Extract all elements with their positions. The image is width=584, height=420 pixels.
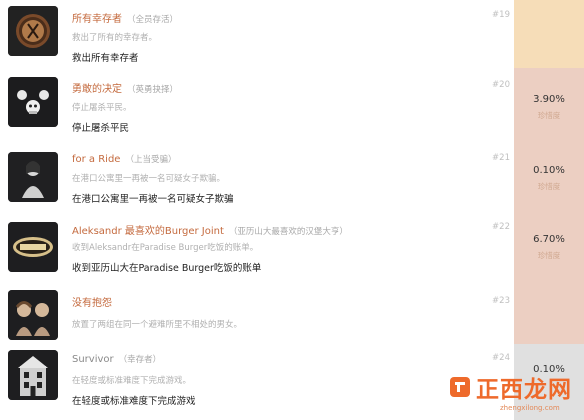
achievement-name: 所有幸存者	[72, 14, 122, 25]
achievement-description: 收到Aleksandr在Paradise Burger吃饭的账单。	[72, 243, 259, 253]
watermark-text: 正西龙网	[476, 377, 572, 403]
achievement-number: #19	[492, 10, 510, 20]
rarity-label: 珍惜度	[537, 111, 561, 120]
achievement-description-cn: 救出所有幸存者	[72, 53, 139, 64]
couple-icon	[8, 290, 58, 340]
achievement-name: Survivor	[72, 354, 114, 365]
achievement-row[interactable]: Aleksandr 最喜欢的Burger Joint （亚历山大最喜欢的汉堡大亨）…	[0, 212, 584, 284]
achievement-description-cn: 停止屠杀平民	[72, 123, 130, 134]
achievement-row[interactable]: 所有幸存者 （全员存活） 救出了所有的幸存者。 救出所有幸存者 #19	[0, 0, 584, 68]
unlock-percent: 3.90%	[533, 94, 565, 105]
achievement-name: 勇敢的决定	[72, 84, 122, 95]
achievement-title: Aleksandr 最喜欢的Burger Joint （亚历山大最喜欢的汉堡大亨）	[72, 222, 348, 237]
watermark-logo-icon	[450, 377, 470, 397]
achievement-description: 放置了两组在同一个避难所里不相处的男女。	[72, 320, 243, 330]
achievement-number: #23	[492, 296, 510, 306]
side-panel	[514, 284, 584, 344]
rarity-label: 珍惜度	[537, 182, 561, 191]
achievement-number: #21	[492, 153, 510, 163]
achievement-row[interactable]: for a Ride （上当受骗） 在港口公寓里一再被一名可疑女子欺骗。 在港口公…	[0, 142, 584, 212]
achievement-title: 所有幸存者 （全员存活）	[72, 10, 178, 25]
side-panel	[514, 212, 584, 284]
achievement-description-cn: 在港口公寓里一再被一名可疑女子欺骗	[72, 194, 234, 205]
achievement-subtitle: （英勇抉择）	[127, 85, 179, 95]
achievement-name: for a Ride	[72, 154, 121, 165]
burger-sign-icon	[8, 222, 58, 272]
watermark: 正西龙网 zhengxilong.com	[448, 364, 578, 412]
achievement-name: Aleksandr 最喜欢的Burger Joint	[72, 226, 224, 237]
rarity-label: 珍惜度	[537, 251, 561, 260]
achievement-subtitle: （幸存者）	[118, 355, 162, 365]
achievement-title: 没有抱怨	[72, 294, 112, 309]
achievement-description: 在港口公寓里一再被一名可疑女子欺骗。	[72, 174, 226, 184]
achievement-title: 勇敢的决定 （英勇抉择）	[72, 80, 178, 95]
skulls-icon	[8, 77, 58, 127]
achievement-subtitle: （全员存活）	[127, 15, 179, 25]
achievement-row[interactable]: 勇敢的决定 （英勇抉择） 停止屠杀平民。 停止屠杀平民 #20 3.90% 珍惜度	[0, 68, 584, 142]
achievement-subtitle: （亚历山大最喜欢的汉堡大亨）	[228, 227, 348, 237]
achievement-description: 救出了所有的幸存者。	[72, 33, 158, 43]
building-icon	[8, 350, 58, 400]
unlock-percent: 0.10%	[533, 165, 565, 176]
watermark-url: zhengxilong.com	[500, 404, 560, 412]
achievement-title: for a Ride （上当受骗）	[72, 153, 176, 165]
achievement-description: 停止屠杀平民。	[72, 103, 132, 113]
side-panel	[514, 68, 584, 142]
woman-icon	[8, 152, 58, 202]
achievement-number: #20	[492, 80, 510, 90]
achievement-number: #24	[492, 353, 510, 363]
achievement-description: 在轻度或标准难度下完成游戏。	[72, 376, 192, 386]
achievement-list: 所有幸存者 （全员存活） 救出了所有的幸存者。 救出所有幸存者 #19 勇敢的决定…	[0, 0, 584, 420]
side-panel	[514, 0, 584, 68]
achievement-name: 没有抱怨	[72, 298, 112, 309]
achievement-description-cn: 收到亚历山大在Paradise Burger吃饭的账单	[72, 263, 262, 274]
achievement-row[interactable]: 没有抱怨 放置了两组在同一个避难所里不相处的男女。 #23	[0, 284, 584, 344]
side-panel	[514, 142, 584, 212]
achievement-description-cn: 在轻度或标准难度下完成游戏	[72, 396, 196, 407]
achievement-number: #22	[492, 222, 510, 232]
coin-icon	[8, 6, 58, 56]
unlock-percent: 6.70%	[533, 234, 565, 245]
achievement-subtitle: （上当受骗）	[125, 155, 177, 165]
achievement-title: Survivor （幸存者）	[72, 353, 161, 365]
